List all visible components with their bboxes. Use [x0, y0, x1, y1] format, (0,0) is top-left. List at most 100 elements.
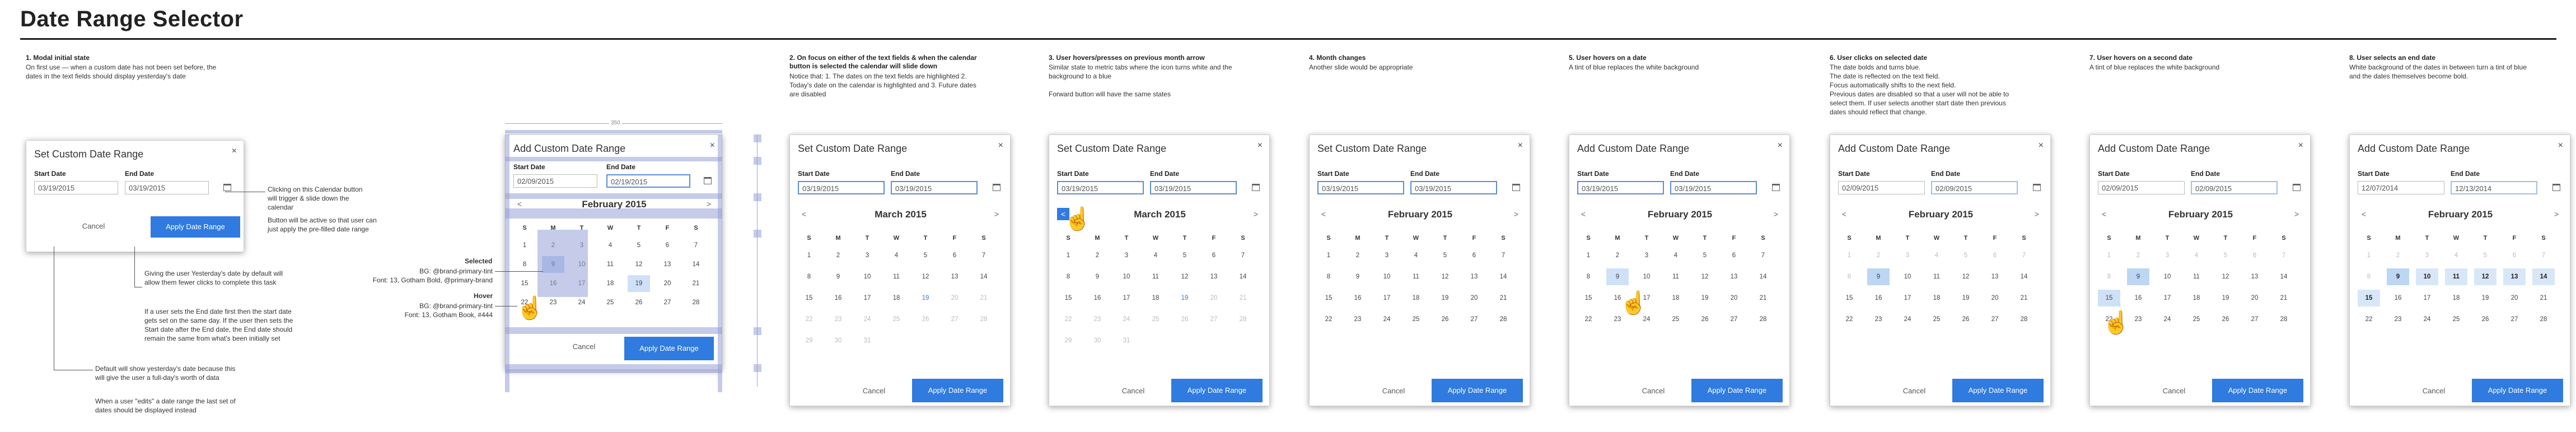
calendar-day[interactable]: 18 [2185, 290, 2208, 306]
calendar-icon[interactable] [993, 184, 1001, 191]
calendar-day[interactable]: 6 [943, 247, 966, 264]
calendar-day[interactable]: 23 [2387, 311, 2409, 328]
calendar-day[interactable]: 27 [1984, 311, 2006, 328]
end-date-field[interactable]: 03/19/2015 [891, 181, 978, 194]
start-date-field[interactable]: 12/07/2014 [2358, 181, 2444, 194]
calendar-day[interactable]: 14 [973, 268, 995, 285]
close-icon[interactable]: × [2039, 141, 2044, 151]
calendar-day[interactable]: 23 [827, 311, 849, 328]
calendar-day[interactable]: 18 [1665, 290, 1687, 306]
calendar-day[interactable]: 14 [2013, 268, 2035, 285]
calendar-day[interactable]: 14 [1752, 268, 1774, 285]
calendar-day[interactable]: 8 [2358, 268, 2380, 285]
calendar-day[interactable]: 19 [628, 275, 650, 292]
calendar-day[interactable]: 1 [798, 247, 820, 264]
calendar-day[interactable]: 2 [1347, 247, 1369, 264]
calendar-day[interactable]: 4 [885, 247, 908, 264]
calendar-day[interactable]: 6 [1463, 247, 1485, 264]
cancel-button[interactable]: Cancel [852, 387, 896, 395]
next-month-arrow[interactable]: > [1770, 208, 1782, 220]
calendar-day[interactable]: 1 [513, 237, 536, 254]
end-date-field[interactable]: 03/19/2015 [125, 181, 209, 194]
calendar-day[interactable]: 11 [2445, 268, 2467, 285]
cancel-button[interactable]: Cancel [562, 342, 606, 351]
calendar-day[interactable]: 1 [2358, 247, 2380, 264]
calendar-day[interactable]: 30 [827, 332, 849, 349]
calendar-day[interactable]: 14 [2532, 268, 2555, 285]
cancel-button[interactable]: Cancel [1631, 387, 1676, 395]
close-icon[interactable]: × [2298, 141, 2303, 151]
calendar-day[interactable]: 6 [2503, 247, 2526, 264]
apply-date-range-button[interactable]: Apply Date Range [1171, 379, 1263, 402]
start-date-field[interactable]: 03/19/2015 [34, 181, 118, 194]
end-date-field[interactable]: 03/19/2015 [1410, 181, 1497, 194]
apply-date-range-button[interactable]: Apply Date Range [1952, 379, 2044, 402]
calendar-day[interactable]: 15 [1057, 290, 1079, 306]
calendar-day[interactable]: 21 [685, 275, 707, 292]
calendar-day[interactable]: 12 [1955, 268, 1977, 285]
calendar-day[interactable]: 27 [1723, 311, 1745, 328]
calendar-day[interactable]: 28 [973, 311, 995, 328]
calendar-day[interactable]: 16 [2127, 290, 2149, 306]
calendar-day[interactable]: 8 [1838, 268, 1860, 285]
calendar-day[interactable]: 19 [2474, 290, 2496, 306]
calendar-day[interactable]: 25 [2185, 311, 2208, 328]
calendar-day[interactable]: 21 [1752, 290, 1774, 306]
calendar-day[interactable]: 24 [1376, 311, 1398, 328]
calendar-day[interactable]: 3 [2156, 247, 2178, 264]
calendar-day[interactable]: 5 [628, 237, 650, 254]
calendar-day[interactable]: 4 [1144, 247, 1167, 264]
calendar-day[interactable]: 16 [827, 290, 849, 306]
calendar-day[interactable]: 19 [1694, 290, 1716, 306]
calendar-day[interactable]: 9 [1606, 268, 1629, 285]
calendar-day[interactable]: 15 [1317, 290, 1340, 306]
calendar-day[interactable]: 22 [798, 311, 820, 328]
start-date-field[interactable]: 03/19/2015 [1577, 181, 1664, 194]
calendar-day[interactable]: 26 [1694, 311, 1716, 328]
calendar-day[interactable]: 27 [1463, 311, 1485, 328]
calendar-icon[interactable] [1512, 184, 1520, 191]
calendar-day[interactable]: 12 [1174, 268, 1196, 285]
calendar-day[interactable]: 19 [1434, 290, 1456, 306]
calendar-day[interactable]: 6 [1723, 247, 1745, 264]
calendar-day[interactable]: 26 [914, 311, 937, 328]
calendar-day[interactable]: 24 [2416, 311, 2438, 328]
apply-date-range-button[interactable]: Apply Date Range [624, 337, 714, 360]
calendar-day[interactable]: 8 [1057, 268, 1079, 285]
calendar-day[interactable]: 13 [1203, 268, 1225, 285]
start-date-field[interactable]: 03/19/2015 [798, 181, 885, 194]
calendar-day[interactable]: 6 [2243, 247, 2266, 264]
apply-date-range-button[interactable]: Apply Date Range [151, 216, 240, 238]
start-date-field[interactable]: 02/09/2015 [2098, 181, 2185, 194]
calendar-day[interactable]: 10 [1376, 268, 1398, 285]
calendar-day[interactable]: 25 [599, 294, 621, 311]
calendar-day[interactable]: 6 [1984, 247, 2006, 264]
calendar-day[interactable]: 20 [656, 275, 679, 292]
calendar-day[interactable]: 5 [914, 247, 937, 264]
calendar-day[interactable]: 5 [1434, 247, 1456, 264]
calendar-day[interactable]: 2 [1867, 247, 1890, 264]
end-date-field[interactable]: 03/19/2015 [1150, 181, 1237, 194]
calendar-day[interactable]: 23 [2127, 311, 2149, 328]
prev-month-arrow[interactable]: < [1577, 208, 1589, 220]
calendar-day[interactable]: 26 [628, 294, 650, 311]
calendar-day[interactable]: 16 [2387, 290, 2409, 306]
close-icon[interactable]: × [710, 141, 715, 151]
calendar-day[interactable]: 25 [1665, 311, 1687, 328]
start-date-field[interactable]: 02/09/2015 [513, 174, 597, 188]
calendar-day[interactable]: 3 [1896, 247, 1919, 264]
calendar-day[interactable]: 14 [1232, 268, 1254, 285]
close-icon[interactable]: × [2558, 141, 2563, 151]
calendar-day[interactable]: 4 [1665, 247, 1687, 264]
next-month-arrow[interactable]: > [1510, 208, 1522, 220]
calendar-day[interactable]: 15 [798, 290, 820, 306]
calendar-day[interactable]: 3 [1376, 247, 1398, 264]
calendar-day[interactable]: 22 [1838, 311, 1860, 328]
calendar-day[interactable]: 18 [2445, 290, 2467, 306]
calendar-day[interactable]: 2 [2127, 247, 2149, 264]
calendar-day[interactable]: 9 [1867, 268, 1890, 285]
prev-month-arrow[interactable]: < [1838, 208, 1850, 220]
calendar-day[interactable]: 12 [2214, 268, 2237, 285]
calendar-day[interactable]: 16 [1347, 290, 1369, 306]
calendar-day[interactable]: 10 [1896, 268, 1919, 285]
